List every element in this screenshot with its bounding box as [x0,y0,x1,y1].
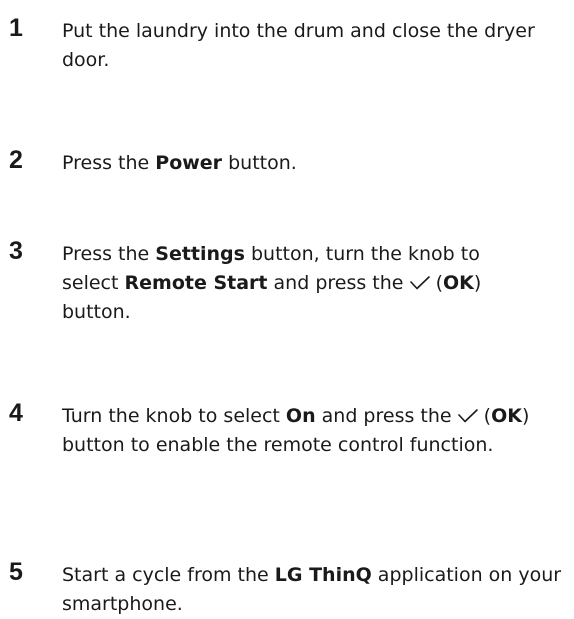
checkmark-icon [457,409,478,423]
step-number: 5 [9,558,23,586]
step-bold-label: LG ThinQ [274,564,372,586]
step-text-run: ( [477,405,492,427]
step-text: Start a cycle from the LG ThinQ applicat… [62,561,567,619]
instruction-steps: 1 Put the laundry into the drum and clos… [0,0,574,615]
step-text-run: Start a cycle from the [62,564,275,586]
step-bold-label: Remote Start [124,272,268,294]
step-bold-label: OK [491,405,522,427]
step-text: Press the Settings button, turn the knob… [62,240,532,327]
step-text-run: and press the [315,405,458,427]
step-text: Press the Power button. [62,149,562,178]
step-bold-label: Power [155,152,223,174]
step-number: 1 [9,14,23,42]
step-text-run: button. [222,152,297,174]
step-number: 4 [9,399,23,427]
step-text-run: and press the [267,272,410,294]
step-text-run: Turn the knob to select [62,405,286,427]
checkmark-icon [409,276,430,290]
step-number: 2 [9,146,23,174]
step-bold-label: On [285,405,316,427]
step-text: Put the laundry into the drum and close … [62,17,562,75]
step-text-run: ( [429,272,443,294]
step-text-run: Put the laundry into the drum and close … [62,20,535,71]
step-text: Turn the knob to select On and press the… [62,402,562,460]
step-number: 3 [9,237,23,265]
step-bold-label: OK [442,272,474,294]
step-text-run: Press the [62,152,156,174]
step-text-run: Press the [62,243,156,265]
step-bold-label: Settings [155,243,245,265]
